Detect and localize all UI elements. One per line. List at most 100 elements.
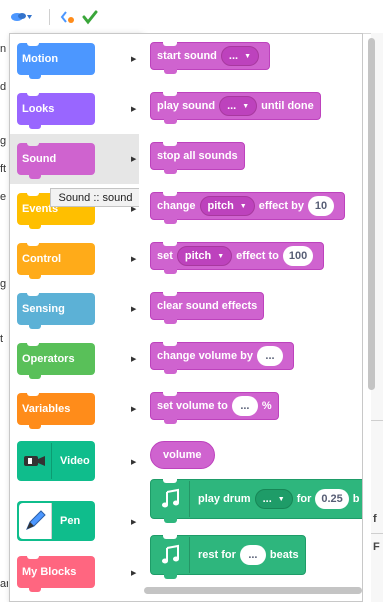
number-input[interactable]: 0.25 xyxy=(315,489,349,509)
toolbar-divider xyxy=(49,9,50,25)
dropdown-caret-icon: ▼ xyxy=(217,252,225,260)
dropdown-caret-icon: ▼ xyxy=(242,102,250,110)
video-sensing-icon xyxy=(19,443,52,479)
clear-sound-effects-block[interactable]: clear sound effects xyxy=(150,292,265,324)
block-label: until done xyxy=(261,100,314,112)
edge-text: n xyxy=(0,43,7,55)
category-video[interactable]: Video ▶ xyxy=(10,434,140,490)
start-sound-block[interactable]: start sound ... ▼ xyxy=(150,42,271,74)
block-label: effect by xyxy=(258,200,304,212)
category-block: Operators xyxy=(17,342,95,379)
set-effect-block[interactable]: set pitch ▼ effect to 100 xyxy=(150,242,325,274)
play-sound-until-done-block[interactable]: play sound ... ▼ until done xyxy=(150,92,321,124)
number-input[interactable]: ... xyxy=(256,346,283,366)
sprite-icon xyxy=(11,13,32,21)
rest-for-block[interactable]: rest for ... beats xyxy=(150,535,306,579)
category-label: Sound xyxy=(22,153,57,165)
change-effect-block[interactable]: change pitch ▼ effect by 10 xyxy=(150,192,345,224)
music-notes-icon xyxy=(153,481,190,517)
category-looks[interactable]: Looks ▶ xyxy=(10,84,140,134)
music-notes-icon xyxy=(153,537,190,573)
submenu-arrow-icon: ▶ xyxy=(131,56,137,63)
category-block: Looks xyxy=(17,92,95,129)
sprite-menu-button[interactable] xyxy=(9,8,33,26)
sound-menu-dropdown[interactable]: ... ▼ xyxy=(219,96,258,116)
pen-icon xyxy=(19,503,52,539)
category-motion[interactable]: Motion ▶ xyxy=(10,34,140,84)
horizontal-scrollbar[interactable] xyxy=(144,587,362,594)
category-label: Looks xyxy=(22,103,55,115)
category-pen[interactable]: Pen ▶ xyxy=(10,494,140,550)
play-drum-block[interactable]: play drum ... ▼ for 0.25 b xyxy=(150,479,362,523)
category-variables[interactable]: Variables ▶ xyxy=(10,384,140,434)
dropdown-caret-icon: ▼ xyxy=(244,52,252,60)
divider xyxy=(371,420,383,421)
block-label: rest for xyxy=(198,549,236,561)
category-label: Video xyxy=(60,455,90,467)
block-label: start sound xyxy=(157,50,217,62)
submenu-arrow-icon: ▶ xyxy=(131,306,137,313)
category-my-blocks[interactable]: My Blocks ▶ xyxy=(10,550,140,600)
check-button[interactable] xyxy=(82,8,98,26)
block-label: set volume to xyxy=(157,400,228,412)
number-input[interactable]: ... xyxy=(239,545,266,565)
block-label: change volume by xyxy=(157,350,253,362)
submenu-arrow-icon: ▶ xyxy=(131,256,137,263)
block-label: stop all sounds xyxy=(157,150,238,162)
tooltip: Sound :: sound xyxy=(50,188,141,207)
submenu-arrow-icon: ▶ xyxy=(131,406,137,413)
edge-text: g xyxy=(0,278,7,290)
category-sound[interactable]: Sound ▶ xyxy=(10,134,140,184)
category-sensing[interactable]: Sensing ▶ xyxy=(10,284,140,334)
category-control[interactable]: Control ▶ xyxy=(10,234,140,284)
category-label: Sensing xyxy=(22,303,65,315)
category-menu: Motion ▶ Looks ▶ Sound ▶ Events ▶ Contro… xyxy=(9,33,141,602)
edge-text: d xyxy=(0,81,7,93)
number-input[interactable]: 100 xyxy=(282,246,314,266)
category-block: Sensing xyxy=(17,292,95,329)
edge-text: ar xyxy=(0,578,8,590)
code-icon xyxy=(60,11,74,23)
effect-dropdown[interactable]: pitch ▼ xyxy=(199,196,255,216)
category-label: Variables xyxy=(22,403,71,415)
sound-menu-dropdown[interactable]: ... ▼ xyxy=(220,46,260,66)
submenu-arrow-icon: ▶ xyxy=(131,519,137,526)
block-label: effect to xyxy=(236,250,279,262)
category-operators[interactable]: Operators ▶ xyxy=(10,334,140,384)
drum-dropdown[interactable]: ... ▼ xyxy=(254,489,293,509)
block-label: set xyxy=(157,250,173,262)
effect-dropdown[interactable]: pitch ▼ xyxy=(176,246,233,266)
change-volume-block[interactable]: change volume by ... xyxy=(150,342,294,374)
volume-reporter[interactable]: volume xyxy=(150,441,215,469)
block-label: clear sound effects xyxy=(157,300,258,312)
stop-all-sounds-block[interactable]: stop all sounds xyxy=(150,142,245,174)
block-label: play drum xyxy=(198,493,251,505)
code-button[interactable] xyxy=(60,8,76,26)
submenu-arrow-icon: ▶ xyxy=(131,356,137,363)
edge-text: f xyxy=(373,513,377,525)
block-label: % xyxy=(261,400,272,412)
submenu-arrow-icon: ▶ xyxy=(131,570,137,577)
edge-text: g xyxy=(0,135,7,147)
category-block: Pen xyxy=(17,501,95,541)
edge-text: e xyxy=(0,191,7,203)
category-block: Video xyxy=(17,441,95,481)
dropdown-caret-icon: ▼ xyxy=(239,202,247,210)
category-block: Motion xyxy=(17,42,95,79)
category-label: Pen xyxy=(60,515,81,527)
submenu-arrow-icon: ▶ xyxy=(131,459,137,466)
number-input[interactable]: ... xyxy=(231,396,258,416)
block-label: change xyxy=(157,200,196,212)
set-volume-block[interactable]: set volume to ... % xyxy=(150,392,279,424)
divider xyxy=(371,533,383,534)
category-block: Sound xyxy=(17,142,95,179)
block-label: play sound xyxy=(157,100,216,112)
category-label: Motion xyxy=(22,53,59,65)
check-icon xyxy=(82,10,98,25)
submenu-arrow-icon: ▶ xyxy=(131,106,137,113)
block-label: volume xyxy=(163,449,202,461)
submenu-arrow-icon: ▶ xyxy=(131,156,137,163)
vertical-scrollbar[interactable] xyxy=(368,38,375,390)
number-input[interactable]: 10 xyxy=(307,196,334,216)
category-block: Variables xyxy=(17,392,95,429)
